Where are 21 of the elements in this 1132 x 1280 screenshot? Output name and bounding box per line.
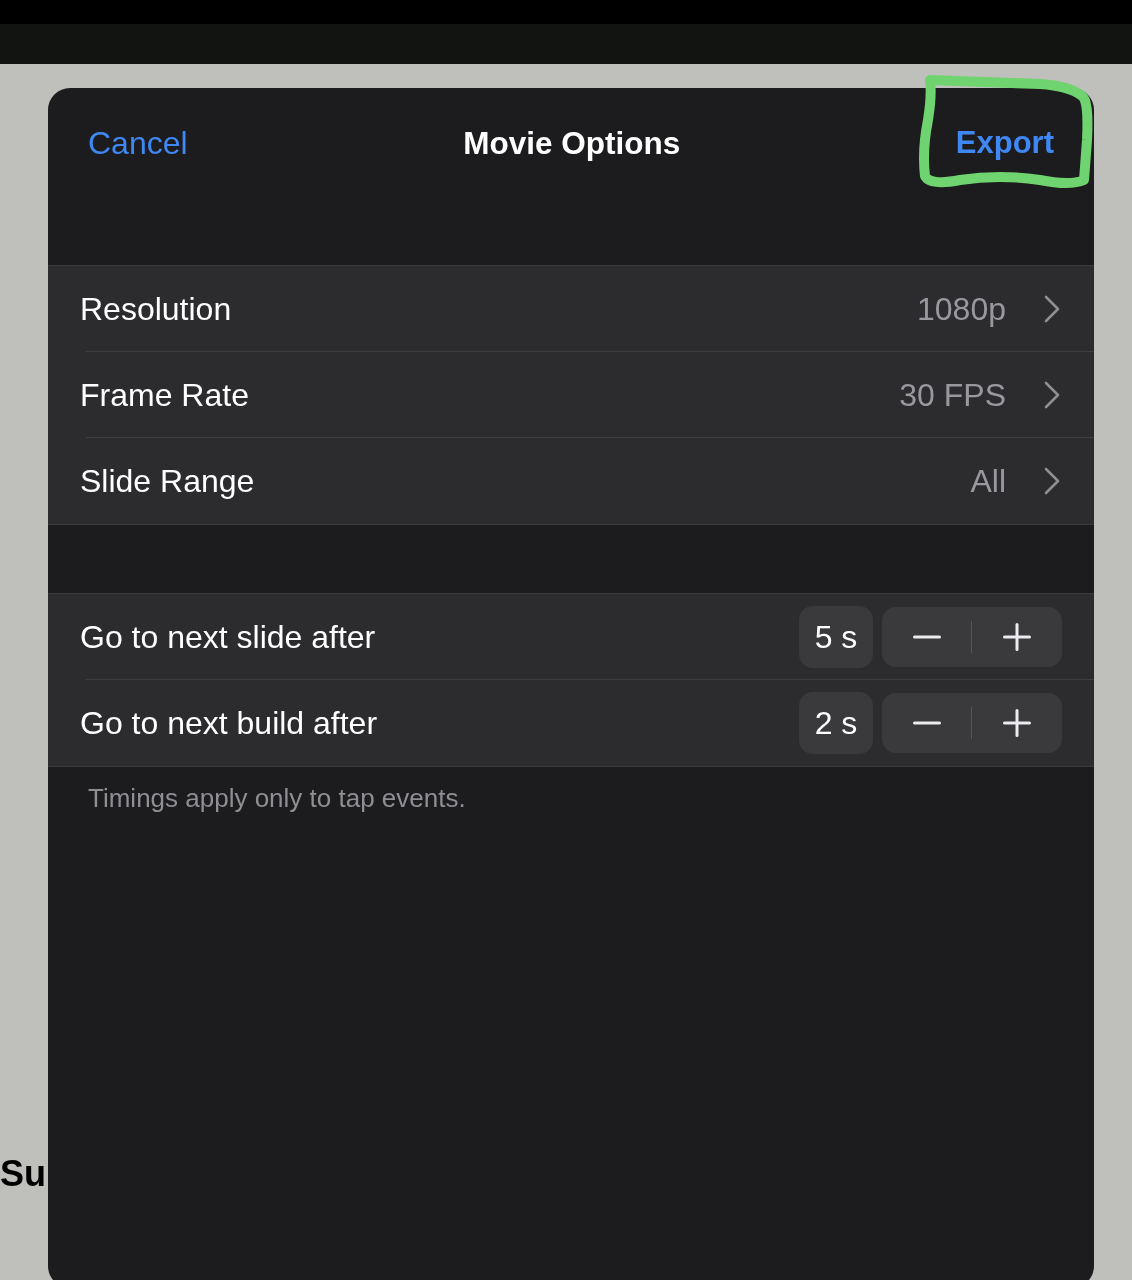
- minus-icon: [912, 635, 941, 639]
- plus-icon: [1002, 709, 1031, 737]
- option-label: Resolution: [80, 290, 233, 329]
- chevron-right-icon: [1044, 467, 1060, 495]
- background-heading: Su: [0, 1152, 46, 1196]
- chevron-right-icon: [1044, 381, 1060, 409]
- cancel-button[interactable]: Cancel: [88, 123, 188, 163]
- option-value: All: [970, 462, 1006, 501]
- duration-value: 5 s: [799, 606, 873, 668]
- duration-value: 2 s: [799, 692, 873, 754]
- option-value: 1080p: [917, 290, 1006, 329]
- timing-label: Go to next build after: [80, 704, 379, 743]
- option-value: 30 FPS: [899, 376, 1006, 415]
- option-label: Slide Range: [80, 462, 256, 501]
- plus-icon: [1002, 623, 1031, 651]
- footnote-text: Timings apply only to tap events.: [87, 782, 467, 813]
- chevron-right-icon: [1044, 295, 1060, 323]
- timing-label: Go to next slide after: [80, 618, 377, 657]
- sheet-title: Movie Options: [463, 124, 681, 163]
- minus-icon: [912, 721, 941, 725]
- option-label: Frame Rate: [80, 376, 250, 415]
